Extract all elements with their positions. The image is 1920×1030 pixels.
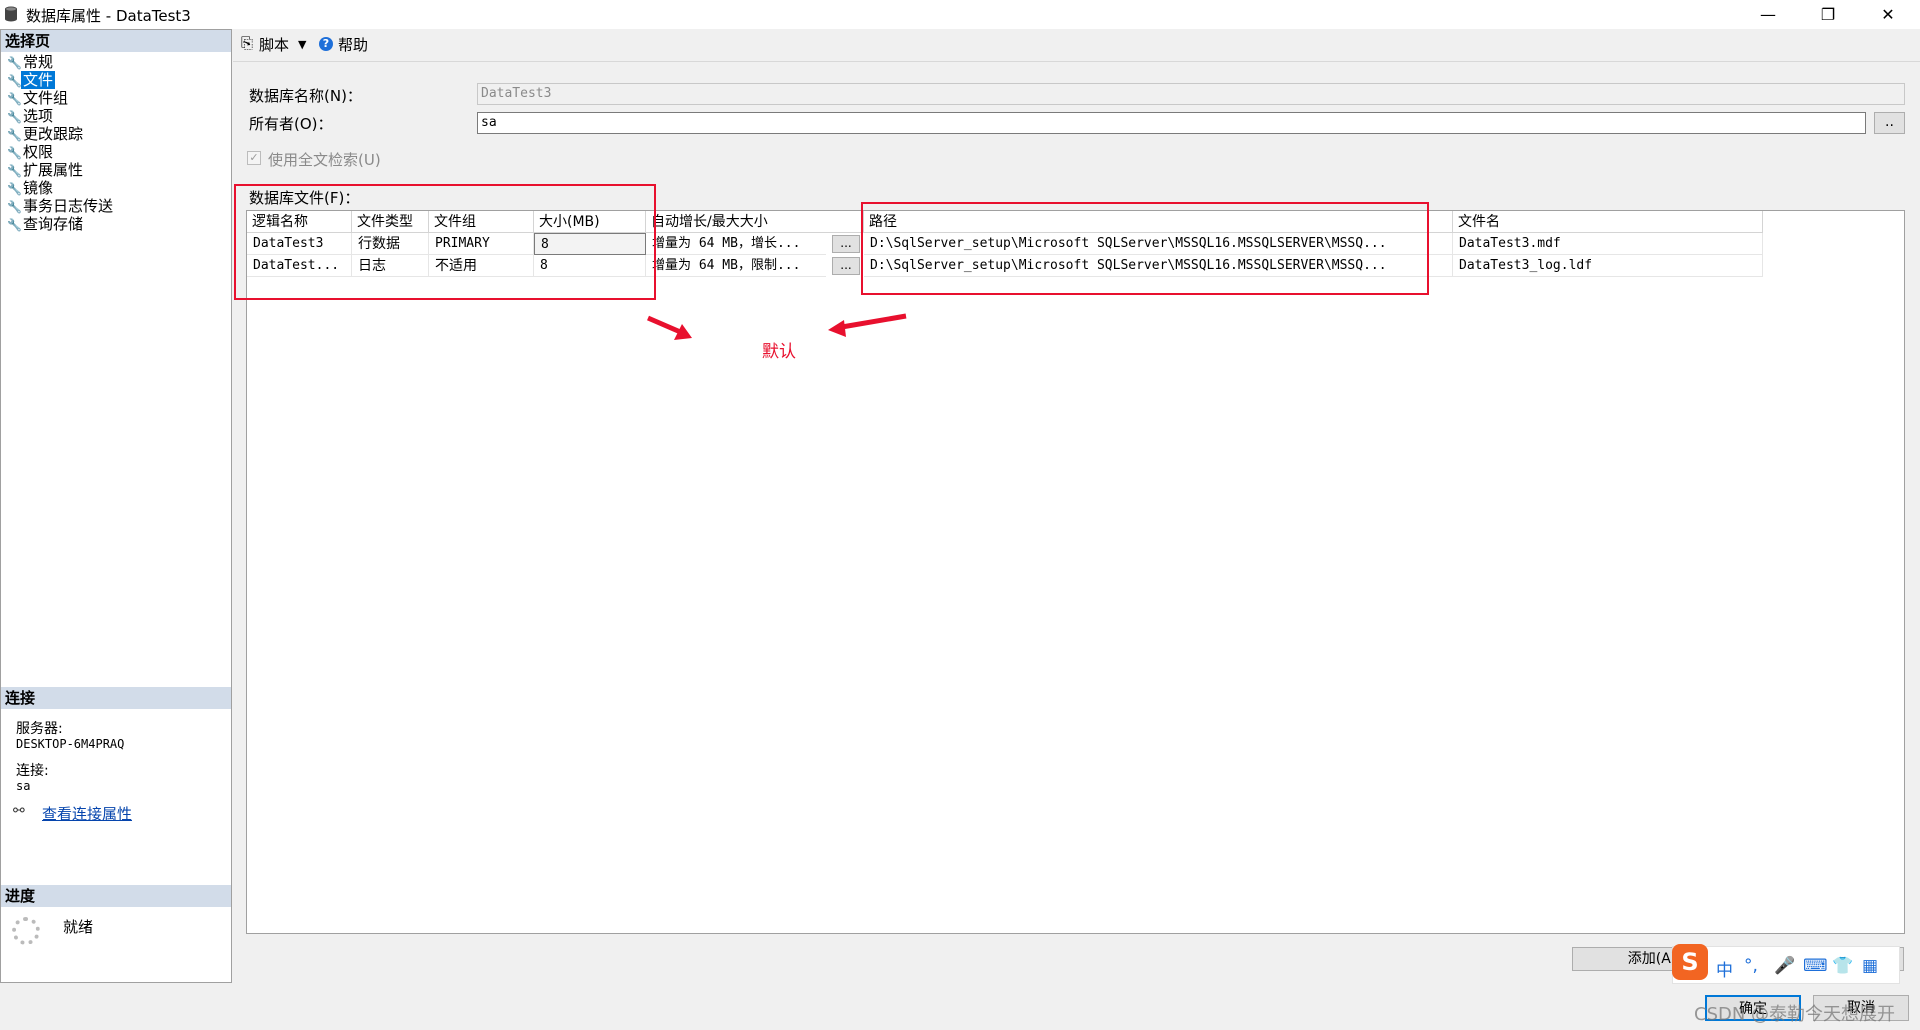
connection-value: sa bbox=[16, 779, 31, 793]
skin-icon[interactable]: 👕 bbox=[1832, 956, 1853, 976]
left-pane: 选择页 🔧常规 🔧文件 🔧文件组 🔧选项 🔧更改跟踪 🔧权限 🔧扩展属性 🔧镜像… bbox=[0, 29, 232, 983]
annotation-box-left bbox=[234, 184, 656, 300]
punctuation-icon[interactable]: °, bbox=[1744, 956, 1758, 976]
db-name-input[interactable]: DataTest3 bbox=[477, 83, 1905, 105]
script-button[interactable]: 脚本 bbox=[259, 34, 289, 55]
watermark: CSDN @泰勒今天想展开 bbox=[1694, 1004, 1896, 1025]
window-title: 数据库属性 - DataTest3 bbox=[26, 7, 191, 25]
sogou-logo-icon[interactable]: S bbox=[1672, 944, 1708, 980]
wrench-icon: 🔧 bbox=[7, 128, 22, 142]
close-button[interactable]: ✕ bbox=[1860, 0, 1916, 29]
wrench-icon: 🔧 bbox=[7, 164, 22, 178]
toolbar: ⎘ 脚本 ▼ ? 帮助 bbox=[233, 29, 1920, 62]
progress-status: 就绪 bbox=[63, 918, 94, 936]
wrench-icon: 🔧 bbox=[7, 92, 22, 106]
wrench-icon: 🔧 bbox=[7, 110, 22, 124]
annotation-default-label: 默认 bbox=[762, 342, 796, 362]
database-icon bbox=[5, 6, 17, 22]
apps-grid-icon[interactable]: ▦ bbox=[1862, 956, 1878, 976]
column-header-autogrowth[interactable]: 自动增长/最大大小 bbox=[646, 211, 864, 233]
connection-header: 连接 bbox=[1, 687, 231, 709]
page-item-permissions[interactable]: 🔧权限 bbox=[7, 143, 55, 161]
wrench-icon: 🔧 bbox=[7, 200, 22, 214]
keyboard-icon[interactable]: ⌨ bbox=[1803, 956, 1828, 976]
db-name-label: 数据库名称(N)： bbox=[249, 87, 362, 105]
page-item-log-shipping[interactable]: 🔧事务日志传送 bbox=[7, 197, 115, 215]
page-item-mirroring[interactable]: 🔧镜像 bbox=[7, 179, 55, 197]
wrench-icon: 🔧 bbox=[7, 146, 22, 160]
chevron-down-icon[interactable]: ▼ bbox=[298, 38, 306, 51]
select-page-header: 选择页 bbox=[1, 30, 231, 52]
owner-input[interactable]: sa bbox=[477, 112, 1866, 134]
connection-label: 连接: bbox=[16, 763, 49, 779]
fulltext-checkbox[interactable]: ✓ bbox=[247, 151, 261, 165]
page-item-general[interactable]: 🔧常规 bbox=[7, 53, 55, 71]
progress-spinner-icon bbox=[12, 917, 40, 945]
cell-autogrowth: 增量为 64 MB，增长... bbox=[646, 233, 826, 255]
page-item-extended-properties[interactable]: 🔧扩展属性 bbox=[7, 161, 85, 179]
page-item-query-store[interactable]: 🔧查询存储 bbox=[7, 215, 85, 233]
cell-filename[interactable]: DataTest3_log.ldf bbox=[1453, 255, 1763, 277]
wrench-icon: 🔧 bbox=[7, 56, 22, 70]
help-button[interactable]: 帮助 bbox=[338, 34, 368, 55]
autogrowth-ellipsis-button[interactable]: ... bbox=[832, 235, 860, 253]
microphone-icon[interactable]: 🎤 bbox=[1774, 956, 1795, 976]
progress-header: 进度 bbox=[1, 885, 231, 907]
script-icon: ⎘ bbox=[241, 34, 254, 52]
connection-properties-icon: ⚯ bbox=[13, 803, 25, 819]
title-bar: 数据库属性 - DataTest3 — ❐ ✕ bbox=[0, 0, 1920, 29]
view-connection-properties-link[interactable]: 查看连接属性 bbox=[42, 803, 132, 824]
page-item-change-tracking[interactable]: 🔧更改跟踪 bbox=[7, 125, 85, 143]
wrench-icon: 🔧 bbox=[7, 182, 22, 196]
help-icon: ? bbox=[319, 37, 333, 51]
maximize-button[interactable]: ❐ bbox=[1800, 0, 1856, 29]
owner-browse-button[interactable]: .. bbox=[1874, 112, 1905, 134]
wrench-icon: 🔧 bbox=[7, 74, 22, 88]
cell-filename[interactable]: DataTest3.mdf bbox=[1453, 233, 1763, 255]
fulltext-label: 使用全文检索(U) bbox=[268, 151, 381, 169]
wrench-icon: 🔧 bbox=[7, 218, 22, 232]
server-label: 服务器: bbox=[16, 721, 63, 737]
minimize-button[interactable]: — bbox=[1740, 0, 1796, 29]
annotation-box-path bbox=[861, 202, 1429, 295]
page-item-files[interactable]: 🔧文件 bbox=[7, 71, 56, 89]
autogrowth-ellipsis-button[interactable]: ... bbox=[832, 257, 860, 275]
db-files-grid[interactable]: 逻辑名称 文件类型 文件组 大小(MB) 自动增长/最大大小 路径 文件名 Da… bbox=[246, 210, 1905, 934]
cell-autogrowth: 增量为 64 MB，限制... bbox=[646, 255, 826, 277]
owner-label: 所有者(O)： bbox=[249, 115, 333, 133]
server-value: DESKTOP-6M4PRAQ bbox=[16, 737, 125, 751]
page-item-filegroups[interactable]: 🔧文件组 bbox=[7, 89, 70, 107]
page-item-options[interactable]: 🔧选项 bbox=[7, 107, 55, 125]
column-header-filename[interactable]: 文件名 bbox=[1453, 211, 1763, 233]
chinese-mode-icon[interactable]: 中 bbox=[1716, 956, 1733, 981]
